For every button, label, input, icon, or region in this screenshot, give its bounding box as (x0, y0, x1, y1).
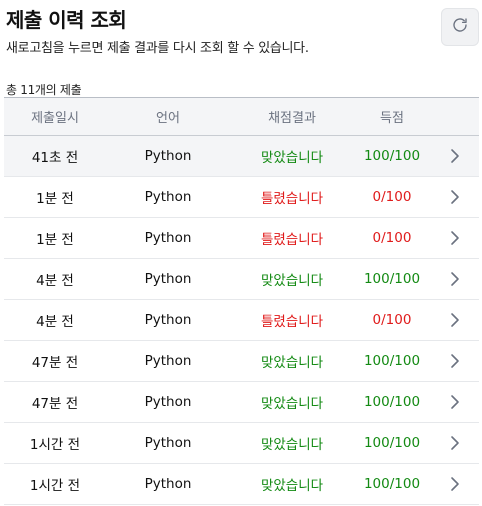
row-detail-button[interactable] (430, 148, 479, 164)
submission-language: Python (144, 476, 192, 492)
column-header-time: 제출일시 (31, 111, 79, 126)
submission-language: Python (144, 230, 192, 246)
submission-time: 1분 전 (36, 232, 74, 248)
table-header: 제출일시 언어 채점결과 득점 (4, 98, 479, 136)
row-detail-button[interactable] (430, 230, 479, 246)
submission-result: 맞았습니다 (260, 355, 324, 371)
submission-result: 맞았습니다 (260, 437, 324, 453)
page-title: 제출 이력 조회 (6, 8, 127, 32)
submission-score: 100/100 (363, 148, 421, 164)
row-detail-button[interactable] (430, 353, 479, 369)
row-detail-button[interactable] (430, 189, 479, 205)
chevron-right-icon (449, 271, 461, 287)
submission-language: Python (144, 353, 192, 369)
submission-language: Python (144, 394, 192, 410)
chevron-right-icon (449, 230, 461, 246)
refresh-button[interactable] (441, 8, 479, 46)
submission-result: 틀렸습니다 (260, 314, 324, 330)
page-header: 제출 이력 조회 새로고침을 누르면 제출 결과를 다시 조회 할 수 있습니다… (6, 2, 482, 62)
submission-language: Python (144, 435, 192, 451)
table-row[interactable]: 1분 전 Python 틀렸습니다 0/100 (4, 177, 479, 218)
submission-language: Python (144, 148, 192, 164)
submission-time: 47분 전 (31, 396, 79, 412)
submission-language: Python (144, 271, 192, 287)
table-body: 41초 전 Python 맞았습니다 100/100 1분 전 Python 틀렸습니다 0/… (4, 136, 479, 505)
row-detail-button[interactable] (430, 476, 479, 492)
submission-result: 맞았습니다 (260, 273, 324, 289)
column-header-language: 언어 (156, 111, 180, 126)
table-row[interactable]: 47분 전 Python 맞았습니다 100/100 (4, 382, 479, 423)
submission-result: 틀렸습니다 (260, 232, 324, 248)
submission-score: 0/100 (372, 230, 412, 246)
submission-result: 맞았습니다 (260, 396, 324, 412)
table-row[interactable]: 1분 전 Python 틀렸습니다 0/100 (4, 218, 479, 259)
row-detail-button[interactable] (430, 435, 479, 451)
table-row[interactable]: 41초 전 Python 맞았습니다 100/100 (4, 136, 479, 177)
table-row[interactable]: 47분 전 Python 맞았습니다 100/100 (4, 341, 479, 382)
submission-score: 0/100 (372, 312, 412, 328)
table-row[interactable]: 1시간 전 Python 맞았습니다 100/100 (4, 423, 479, 464)
table-row[interactable]: 1시간 전 Python 맞았습니다 100/100 (4, 464, 479, 505)
submission-score: 0/100 (372, 189, 412, 205)
submission-time: 41초 전 (31, 150, 79, 166)
table-row[interactable]: 4분 전 Python 틀렸습니다 0/100 (4, 300, 479, 341)
submission-result: 맞았습니다 (260, 150, 324, 166)
chevron-right-icon (449, 394, 461, 410)
submission-time: 4분 전 (36, 273, 74, 289)
submission-score: 100/100 (363, 435, 421, 451)
chevron-right-icon (449, 189, 461, 205)
submission-result: 틀렸습니다 (260, 191, 324, 207)
submission-time: 4분 전 (36, 314, 74, 330)
row-detail-button[interactable] (430, 271, 479, 287)
chevron-right-icon (449, 312, 461, 328)
chevron-right-icon (449, 148, 461, 164)
row-detail-button[interactable] (430, 312, 479, 328)
submission-score: 100/100 (363, 476, 421, 492)
column-header-score: 득점 (380, 111, 404, 126)
refresh-icon (451, 16, 469, 38)
page-subtitle: 새로고침을 누르면 제출 결과를 다시 조회 할 수 있습니다. (6, 41, 309, 56)
row-detail-button[interactable] (430, 394, 479, 410)
submission-language: Python (144, 312, 192, 328)
table-row[interactable]: 4분 전 Python 맞았습니다 100/100 (4, 259, 479, 300)
submission-score: 100/100 (363, 394, 421, 410)
submission-time: 1시간 전 (29, 437, 81, 453)
chevron-right-icon (449, 435, 461, 451)
submission-table: 제출일시 언어 채점결과 득점 41초 전 Python 맞았습니다 100/100 1… (4, 97, 479, 505)
submission-count: 총 11개의 제출 (6, 83, 82, 97)
submission-score: 100/100 (363, 271, 421, 287)
chevron-right-icon (449, 476, 461, 492)
column-header-result: 채점결과 (268, 111, 316, 126)
submission-time: 1분 전 (36, 191, 74, 207)
submission-time: 1시간 전 (29, 478, 81, 494)
submission-language: Python (144, 189, 192, 205)
submission-score: 100/100 (363, 353, 421, 369)
submission-result: 맞았습니다 (260, 478, 324, 494)
submission-time: 47분 전 (31, 355, 79, 371)
chevron-right-icon (449, 353, 461, 369)
